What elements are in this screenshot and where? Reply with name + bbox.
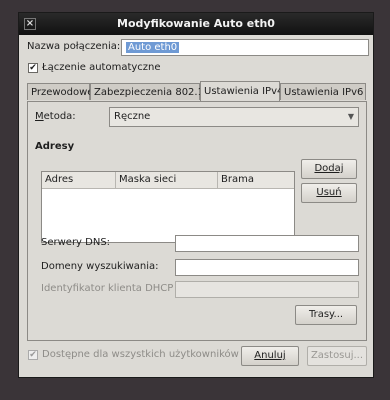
tab-ipv4-settings[interactable]: Ustawienia IPv4	[200, 81, 283, 101]
addresses-table[interactable]: Adres Maska sieci Brama	[41, 171, 295, 243]
window-title: Modyfikowanie Auto eth0	[117, 17, 275, 30]
add-address-button[interactable]: Dodaj	[301, 159, 357, 179]
dns-servers-input[interactable]	[175, 235, 359, 252]
connection-name-input[interactable]: Auto eth0	[121, 39, 369, 56]
routes-button[interactable]: Trasy...	[295, 305, 357, 325]
addresses-table-header: Adres Maska sieci Brama	[42, 172, 294, 189]
auto-connect-checkbox[interactable]: ✔	[28, 63, 38, 73]
connection-name-value: Auto eth0	[126, 42, 180, 53]
search-domains-input[interactable]	[175, 259, 359, 276]
cancel-button[interactable]: Anuluj	[241, 346, 299, 366]
apply-button: Zastosuj...	[307, 346, 367, 366]
column-netmask[interactable]: Maska sieci	[116, 172, 218, 188]
addresses-heading: Adresy	[35, 141, 75, 152]
method-dropdown[interactable]: Ręczne ▼	[109, 107, 359, 127]
tab-wired[interactable]: Przewodowe	[27, 83, 93, 100]
method-label: Metoda:	[35, 111, 76, 122]
dns-servers-label: Serwery DNS:	[41, 237, 111, 248]
chevron-down-icon: ▼	[347, 112, 354, 121]
method-value: Ręczne	[114, 111, 151, 122]
remove-address-button[interactable]: Usuń	[301, 183, 357, 203]
dhcp-client-id-input	[175, 281, 359, 298]
edit-connection-dialog: × Modyfikowanie Auto eth0 Nazwa połączen…	[18, 12, 374, 378]
tab-8021x-security[interactable]: Zabezpieczenia 802.1x	[90, 83, 210, 100]
all-users-checkbox: ✔	[28, 350, 38, 360]
dhcp-client-id-label: Identyfikator klienta DHCP	[41, 283, 174, 294]
connection-name-label: Nazwa połączenia:	[27, 41, 121, 52]
column-gateway[interactable]: Brama	[218, 172, 296, 188]
column-address[interactable]: Adres	[42, 172, 116, 188]
tab-ipv6-settings[interactable]: Ustawienia IPv6	[280, 83, 366, 100]
title-bar: × Modyfikowanie Auto eth0	[19, 13, 373, 35]
auto-connect-label: Łączenie automatyczne	[42, 62, 161, 73]
all-users-label: Dostępne dla wszystkich użytkowników	[42, 349, 239, 360]
search-domains-label: Domeny wyszukiwania:	[41, 261, 159, 272]
close-icon[interactable]: ×	[24, 18, 36, 30]
